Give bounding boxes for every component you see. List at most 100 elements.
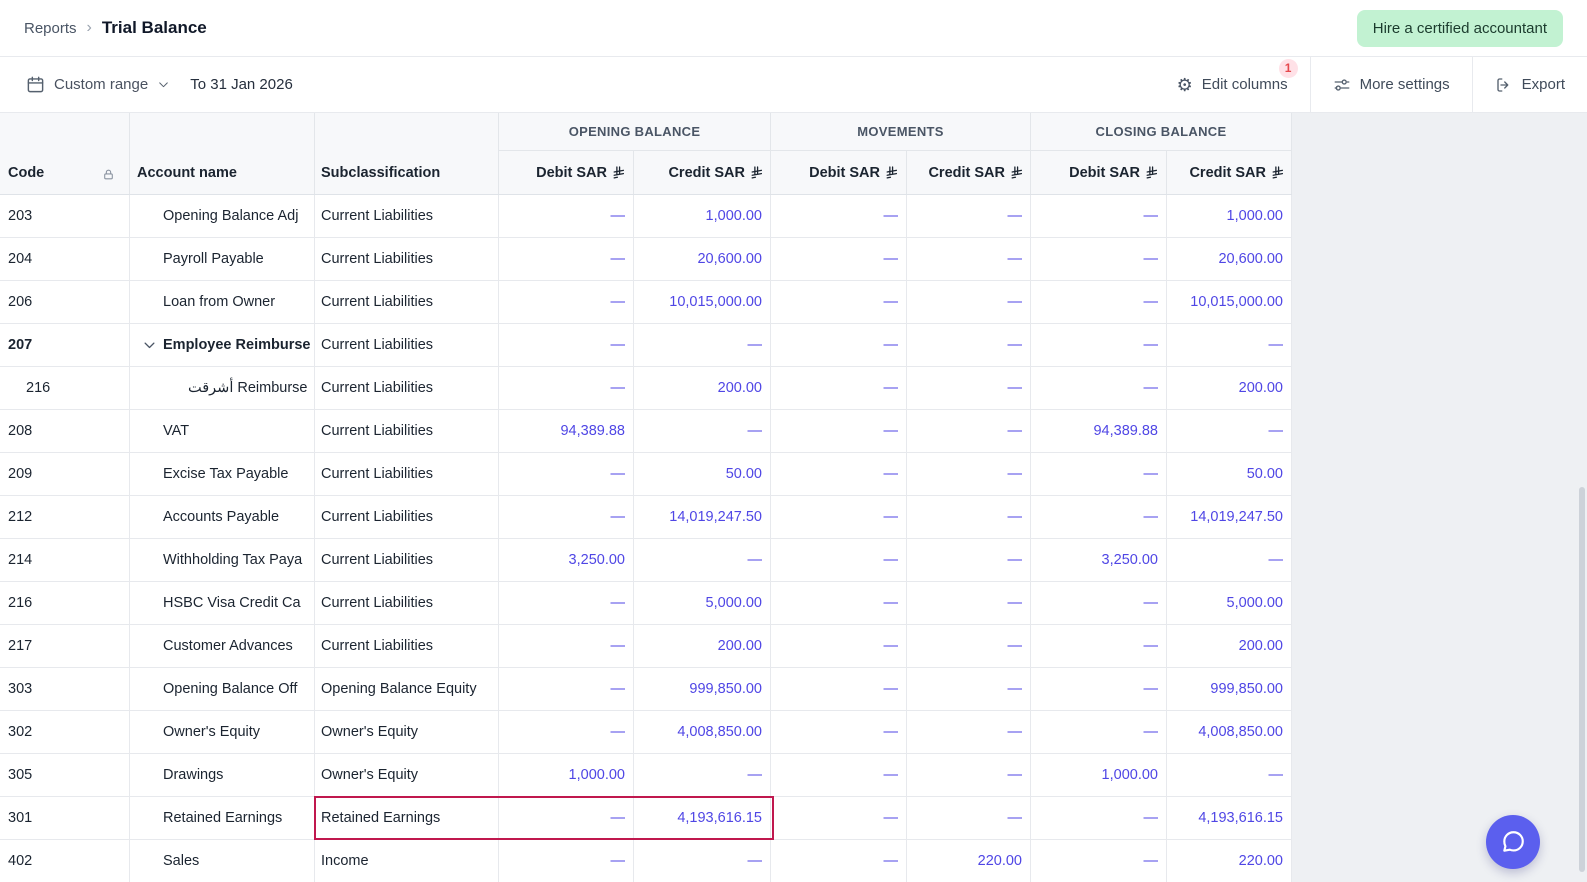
row-account-name: Withholding Tax Paya [163, 552, 302, 568]
cell-opening-debit: — [499, 840, 634, 882]
table-row[interactable]: 302 Owner's Equity Owner's Equity — 4,00… [0, 711, 1292, 754]
cell-opening-credit: — [634, 410, 771, 452]
column-header-account-name[interactable]: Account name [130, 113, 315, 194]
chevron-down-icon [157, 78, 170, 91]
column-header-movements-debit[interactable]: Debit SAR [771, 151, 907, 194]
table-body: 203 Opening Balance Adj Current Liabilit… [0, 195, 1292, 882]
cell-movements-credit: — [907, 195, 1031, 237]
more-settings-button[interactable]: More settings [1310, 57, 1472, 113]
sliders-icon [1333, 76, 1351, 94]
cell-closing-debit: — [1031, 668, 1167, 710]
row-expand-chevron-icon[interactable] [142, 338, 157, 353]
range-label: Custom range [54, 76, 148, 93]
cell-closing-debit: — [1031, 324, 1167, 366]
cell-opening-credit: 5,000.00 [634, 582, 771, 624]
column-header-code[interactable]: Code [0, 113, 130, 194]
table-row[interactable]: 216 أشرقت Reimburse Current Liabilities … [0, 367, 1292, 410]
saudi-riyal-symbol-icon [612, 166, 625, 179]
table-row[interactable]: 208 VAT Current Liabilities 94,389.88 — … [0, 410, 1292, 453]
cell-opening-credit: 20,600.00 [634, 238, 771, 280]
group-header-movements: MOVEMENTS Debit SAR Credit SAR [771, 113, 1031, 194]
cell-movements-debit: — [771, 582, 907, 624]
cell-closing-credit: — [1167, 539, 1292, 581]
cell-closing-debit: — [1031, 195, 1167, 237]
table-row[interactable]: 206 Loan from Owner Current Liabilities … [0, 281, 1292, 324]
table-header: Code Account name Subclassification OPEN… [0, 113, 1292, 195]
table-row[interactable]: 402 Sales Income — — — 220.00 — 220.00 [0, 840, 1292, 882]
row-subclassification: Current Liabilities [321, 466, 433, 482]
vertical-scrollbar[interactable] [1579, 487, 1585, 872]
report-toolbar: Custom range To 31 Jan 2026 ⚙ Edit colum… [0, 57, 1587, 113]
export-button[interactable]: Export [1472, 57, 1587, 113]
row-subclassification: Current Liabilities [321, 294, 433, 310]
row-account-name: HSBC Visa Credit Ca [163, 595, 301, 611]
table-row[interactable]: 203 Opening Balance Adj Current Liabilit… [0, 195, 1292, 238]
row-code: 216 [8, 595, 32, 611]
gear-icon: ⚙ [1177, 76, 1193, 94]
date-range-picker[interactable]: Custom range [26, 75, 170, 94]
more-settings-label: More settings [1360, 76, 1450, 93]
column-header-subclassification[interactable]: Subclassification [315, 113, 499, 194]
cell-closing-debit: 94,389.88 [1031, 410, 1167, 452]
chat-bubble-icon [1500, 829, 1526, 855]
cell-opening-debit: — [499, 668, 634, 710]
column-header-opening-debit[interactable]: Debit SAR [499, 151, 634, 194]
cell-opening-credit: 999,850.00 [634, 668, 771, 710]
table-row[interactable]: 204 Payroll Payable Current Liabilities … [0, 238, 1292, 281]
table-row[interactable]: 209 Excise Tax Payable Current Liabiliti… [0, 453, 1292, 496]
cell-opening-debit: — [499, 238, 634, 280]
edit-columns-button[interactable]: ⚙ Edit columns 1 [1155, 57, 1310, 113]
row-subclassification: Owner's Equity [321, 767, 418, 783]
cell-opening-debit: — [499, 453, 634, 495]
row-account-name: Drawings [163, 767, 223, 783]
row-code: 204 [8, 251, 32, 267]
cell-movements-credit: — [907, 367, 1031, 409]
export-label: Export [1522, 76, 1565, 93]
table-row[interactable]: 212 Accounts Payable Current Liabilities… [0, 496, 1292, 539]
cell-opening-credit: 1,000.00 [634, 195, 771, 237]
breadcrumb-reports-link[interactable]: Reports [24, 20, 77, 37]
table-row[interactable]: 301 Retained Earnings Retained Earnings … [0, 797, 1292, 840]
table-row[interactable]: 216 HSBC Visa Credit Ca Current Liabilit… [0, 582, 1292, 625]
cell-movements-credit: — [907, 324, 1031, 366]
chat-widget-button[interactable] [1486, 815, 1540, 869]
row-code: 214 [8, 552, 32, 568]
column-header-opening-credit[interactable]: Credit SAR [634, 151, 771, 194]
table-row[interactable]: 305 Drawings Owner's Equity 1,000.00 — —… [0, 754, 1292, 797]
cell-movements-credit: — [907, 238, 1031, 280]
table-row[interactable]: 303 Opening Balance Off Opening Balance … [0, 668, 1292, 711]
hire-accountant-button[interactable]: Hire a certified accountant [1357, 10, 1563, 47]
cell-closing-credit: — [1167, 410, 1292, 452]
cell-movements-credit: — [907, 797, 1031, 839]
cell-closing-credit: 200.00 [1167, 367, 1292, 409]
cell-movements-credit: — [907, 410, 1031, 452]
cell-closing-debit: — [1031, 711, 1167, 753]
row-subclassification: Retained Earnings [321, 810, 440, 826]
cell-movements-debit: — [771, 324, 907, 366]
column-header-closing-debit[interactable]: Debit SAR [1031, 151, 1167, 194]
row-account-name: Opening Balance Off [163, 681, 297, 697]
row-code: 303 [8, 681, 32, 697]
column-header-movements-credit[interactable]: Credit SAR [907, 151, 1031, 194]
cell-opening-credit: — [634, 539, 771, 581]
cell-movements-credit: — [907, 582, 1031, 624]
cell-movements-credit: — [907, 453, 1031, 495]
group-header-opening-balance: OPENING BALANCE Debit SAR Credit SAR [499, 113, 771, 194]
cell-movements-debit: — [771, 840, 907, 882]
row-account-name: Accounts Payable [163, 509, 279, 525]
table-row[interactable]: 217 Customer Advances Current Liabilitie… [0, 625, 1292, 668]
column-header-closing-credit[interactable]: Credit SAR [1167, 151, 1292, 194]
cell-closing-credit: 10,015,000.00 [1167, 281, 1292, 323]
row-code: 305 [8, 767, 32, 783]
row-code: 209 [8, 466, 32, 482]
table-row[interactable]: 214 Withholding Tax Paya Current Liabili… [0, 539, 1292, 582]
page-title: Trial Balance [102, 18, 207, 38]
saudi-riyal-symbol-icon [885, 166, 898, 179]
cell-opening-credit: 4,008,850.00 [634, 711, 771, 753]
row-account-name: Employee Reimburse [163, 337, 310, 353]
cell-closing-debit: — [1031, 281, 1167, 323]
cell-closing-credit: 20,600.00 [1167, 238, 1292, 280]
edit-columns-label: Edit columns [1202, 76, 1288, 93]
table-row[interactable]: 207 Employee Reimburse Current Liabiliti… [0, 324, 1292, 367]
cell-movements-debit: — [771, 496, 907, 538]
